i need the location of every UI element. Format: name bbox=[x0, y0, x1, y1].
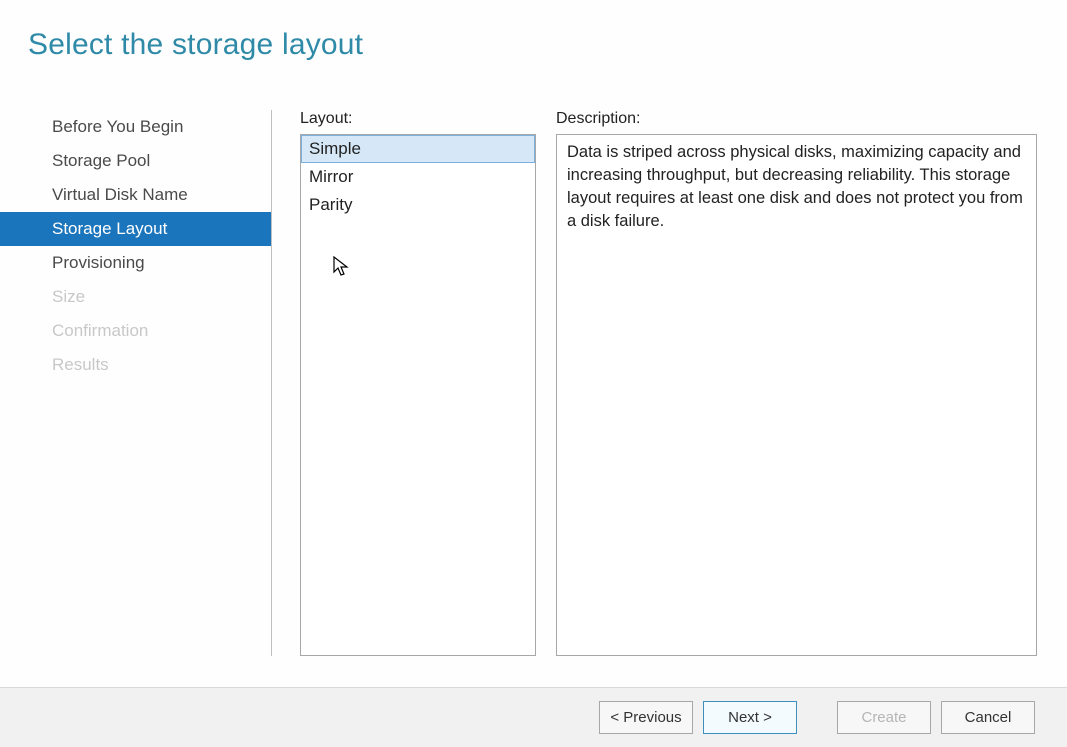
next-button[interactable]: Next > bbox=[703, 701, 797, 734]
wizard-step-label: Provisioning bbox=[52, 253, 145, 273]
page-title: Select the storage layout bbox=[28, 28, 1067, 62]
layout-option[interactable]: Simple bbox=[301, 135, 535, 163]
wizard-step-label: Size bbox=[52, 287, 85, 307]
wizard-step: Confirmation bbox=[0, 314, 271, 348]
description-column: Description: Data is striped across phys… bbox=[556, 110, 1037, 656]
wizard-step-label: Storage Layout bbox=[52, 219, 167, 239]
layout-option[interactable]: Parity bbox=[301, 191, 535, 219]
wizard-steps-sidebar: Before You Begin Storage Pool Virtual Disk… bbox=[0, 110, 272, 656]
wizard-step-label: Virtual Disk Name bbox=[52, 185, 188, 205]
wizard-step-label: Confirmation bbox=[52, 321, 148, 341]
wizard-step: Size bbox=[0, 280, 271, 314]
wizard-step: Results bbox=[0, 348, 271, 382]
layout-label: Layout: bbox=[300, 110, 536, 128]
wizard-step-label: Results bbox=[52, 355, 109, 375]
previous-button[interactable]: < Previous bbox=[599, 701, 693, 734]
wizard-step[interactable]: Storage Layout bbox=[0, 212, 271, 246]
description-label: Description: bbox=[556, 110, 1037, 128]
wizard-body: Before You Begin Storage Pool Virtual Disk… bbox=[0, 96, 1067, 656]
wizard-step[interactable]: Virtual Disk Name bbox=[0, 178, 271, 212]
wizard-step[interactable]: Before You Begin bbox=[0, 110, 271, 144]
wizard-step[interactable]: Provisioning bbox=[0, 246, 271, 280]
layout-column: Layout: SimpleMirrorParity bbox=[300, 110, 536, 656]
cancel-button[interactable]: Cancel bbox=[941, 701, 1035, 734]
wizard-main-panel: Layout: SimpleMirrorParity Description: … bbox=[272, 110, 1067, 656]
layout-option[interactable]: Mirror bbox=[301, 163, 535, 191]
wizard-header: Select the storage layout bbox=[0, 0, 1067, 96]
create-button[interactable]: Create bbox=[837, 701, 931, 734]
wizard-step-label: Before You Begin bbox=[52, 117, 183, 137]
layout-listbox[interactable]: SimpleMirrorParity bbox=[300, 134, 536, 656]
wizard-step-label: Storage Pool bbox=[52, 151, 150, 171]
wizard-step[interactable]: Storage Pool bbox=[0, 144, 271, 178]
description-textbox: Data is striped across physical disks, m… bbox=[556, 134, 1037, 656]
wizard-footer: < Previous Next > Create Cancel bbox=[0, 687, 1067, 747]
